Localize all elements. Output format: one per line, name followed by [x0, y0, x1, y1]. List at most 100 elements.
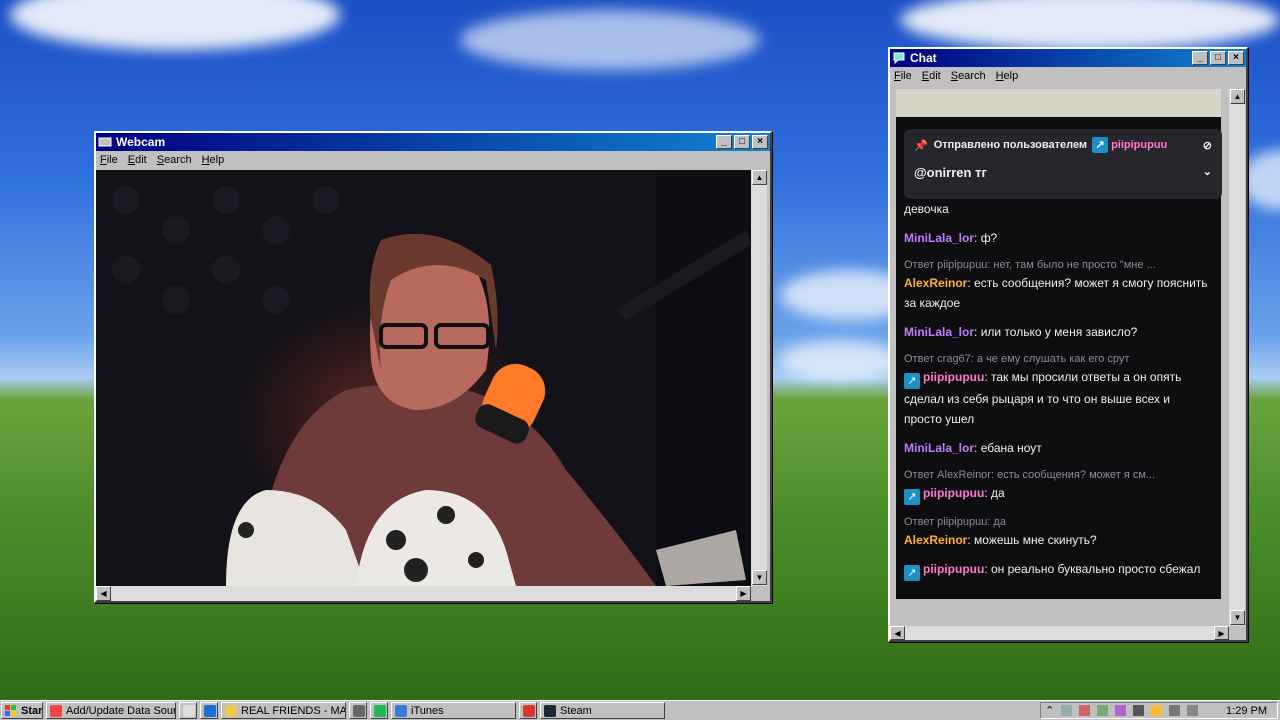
chat-message[interactable]: MiniLala_lor: или только у меня зависло?	[904, 322, 1209, 342]
chat-message-text: да	[990, 486, 1005, 500]
minimize-button[interactable]: _	[1192, 51, 1208, 65]
chat-horizontal-scrollbar[interactable]	[890, 626, 1229, 640]
chevron-down-icon[interactable]: ⌄	[1203, 165, 1212, 180]
start-label: Start	[21, 704, 43, 717]
steam-icon	[544, 704, 556, 717]
chat-username[interactable]: MiniLala_lor	[904, 325, 974, 339]
chat-message[interactable]: Ответ piipipupuu: да AlexReinor: можешь м…	[904, 514, 1209, 550]
reply-context[interactable]: Ответ piipipupuu: да	[904, 514, 1209, 530]
maximize-button[interactable]: □	[734, 135, 750, 149]
chat-top-strip	[896, 89, 1221, 117]
taskbar-button[interactable]: Steam	[540, 702, 665, 719]
scroll-left-button[interactable]: ◀	[96, 586, 111, 601]
chat-vertical-scrollbar[interactable]	[1229, 89, 1245, 626]
windows-logo-icon	[5, 704, 16, 716]
taskbar-button[interactable]	[370, 702, 388, 719]
scroll-down-button[interactable]: ▼	[1230, 610, 1245, 625]
webcam-titlebar[interactable]: Webcam _ □ ×	[96, 133, 770, 151]
chat-username[interactable]: AlexReinor	[904, 276, 967, 290]
webcam-window: Webcam _ □ × File Edit Search Help ▲ ▼ ◀…	[94, 131, 772, 603]
subscriber-badge-icon: ↗	[904, 373, 920, 389]
star-icon	[523, 704, 535, 717]
scroll-up-button[interactable]: ▲	[752, 170, 767, 185]
chat-message[interactable]: Ответ crag67: а че ему слушать как его с…	[904, 351, 1209, 429]
scroll-right-button[interactable]: ▶	[1214, 626, 1229, 640]
chat-username[interactable]: piipipupuu	[923, 370, 984, 384]
system-tray: ⌃ 1:29 PM	[1040, 702, 1278, 719]
menu-file[interactable]: File	[100, 154, 118, 166]
chat-titlebar[interactable]: Chat _ □ ×	[890, 49, 1246, 67]
taskbar-button[interactable]	[200, 702, 218, 719]
reply-context[interactable]: Ответ piipipupuu: нет, там было не прост…	[904, 257, 1209, 273]
webcam-horizontal-scrollbar[interactable]	[96, 586, 751, 601]
menu-help[interactable]: Help	[202, 154, 225, 166]
tray-app2-icon[interactable]	[1151, 705, 1163, 716]
chevron-icon	[353, 704, 365, 717]
tray-volume-icon[interactable]	[1187, 705, 1199, 716]
menu-edit[interactable]: Edit	[922, 70, 941, 82]
reply-context[interactable]: Ответ crag67: а че ему слушать как его с…	[904, 351, 1209, 367]
webcam-scene-image	[96, 170, 751, 586]
chat-username[interactable]: AlexReinor	[904, 533, 967, 547]
folder-icon	[225, 704, 237, 717]
taskbar-button[interactable]: REAL FRIENDS - MAYB...	[221, 702, 346, 719]
tray-app-icon[interactable]	[1115, 705, 1127, 716]
taskbar-clock[interactable]: 1:29 PM	[1226, 705, 1267, 717]
taskbar-button-label: REAL FRIENDS - MAYB...	[241, 704, 346, 717]
unpin-icon[interactable]: ⊘	[1203, 139, 1212, 152]
menu-edit[interactable]: Edit	[128, 154, 147, 166]
scroll-left-button[interactable]: ◀	[890, 626, 905, 640]
chat-message[interactable]: Ответ AlexReinor: есть сообщения? может …	[904, 467, 1209, 505]
chat-message[interactable]: ↗ piipipupuu: он реально буквально просто…	[904, 559, 1209, 581]
webcam-window-title: Webcam	[116, 135, 166, 149]
close-button[interactable]: ×	[1228, 51, 1244, 65]
pinned-message[interactable]: 📌 Отправлено пользователем ↗ piipipupuu …	[904, 129, 1222, 199]
pinned-header-prefix: Отправлено пользователем	[933, 139, 1088, 151]
webcam-menubar: File Edit Search Help	[96, 151, 770, 168]
badge-icon: ↗	[1092, 137, 1109, 153]
chat-username[interactable]: MiniLala_lor	[904, 231, 974, 245]
tray-app3-icon[interactable]	[1169, 705, 1181, 716]
tray-gear-icon[interactable]	[1097, 705, 1109, 716]
chat-message[interactable]: MiniLala_lor: ф?	[904, 228, 1209, 248]
menu-help[interactable]: Help	[996, 70, 1019, 82]
taskbar-button[interactable]: Add/Update Data Source...	[46, 702, 176, 719]
menu-search[interactable]: Search	[157, 154, 192, 166]
chat-message[interactable]: MiniLala_lor: ебана ноут	[904, 438, 1209, 458]
menu-file[interactable]: File	[894, 70, 912, 82]
outlook-icon	[204, 704, 216, 717]
taskbar-button[interactable]: iTunes	[391, 702, 516, 719]
tray-arrow-icon[interactable]: ⌃	[1045, 704, 1054, 717]
chat-username[interactable]: MiniLala_lor	[904, 441, 974, 455]
chat-username[interactable]: piipipupuu	[923, 562, 984, 576]
chat-window-title: Chat	[910, 51, 937, 65]
chat-username[interactable]: piipipupuu	[923, 486, 984, 500]
chat-message-text: или только у меня зависло?	[980, 325, 1138, 339]
notepad-icon	[183, 704, 195, 717]
taskbar-button[interactable]	[179, 702, 197, 719]
pinned-header-user[interactable]: piipipupuu	[1111, 139, 1167, 151]
scroll-up-button[interactable]: ▲	[1230, 89, 1245, 104]
maximize-button[interactable]: □	[1210, 51, 1226, 65]
username-separator: :	[984, 562, 991, 576]
tray-network-icon[interactable]	[1061, 705, 1073, 716]
minimize-button[interactable]: _	[716, 135, 732, 149]
reply-context[interactable]: Ответ AlexReinor: есть сообщения? может …	[904, 467, 1209, 483]
start-button[interactable]: Start	[1, 702, 43, 719]
tray-sound-icon[interactable]	[1133, 705, 1145, 716]
scroll-down-button[interactable]: ▼	[752, 570, 767, 585]
pinned-text: @onirren тг	[914, 165, 987, 180]
taskbar-button[interactable]	[349, 702, 367, 719]
username-separator: :	[974, 231, 981, 245]
tray-flag-icon[interactable]	[1079, 705, 1091, 716]
chat-message[interactable]: Ответ piipipupuu: нет, там было не прост…	[904, 257, 1209, 313]
chat-menubar: File Edit Search Help	[890, 67, 1246, 84]
taskbar-button[interactable]	[519, 702, 537, 719]
spotify-icon	[374, 704, 386, 717]
scroll-right-button[interactable]: ▶	[736, 586, 751, 601]
partial-message-line: девочка	[904, 202, 949, 216]
menu-search[interactable]: Search	[951, 70, 986, 82]
close-button[interactable]: ×	[752, 135, 768, 149]
webcam-vertical-scrollbar[interactable]	[751, 170, 767, 586]
chat-message-text: он реально буквально просто сбежал	[990, 562, 1201, 576]
